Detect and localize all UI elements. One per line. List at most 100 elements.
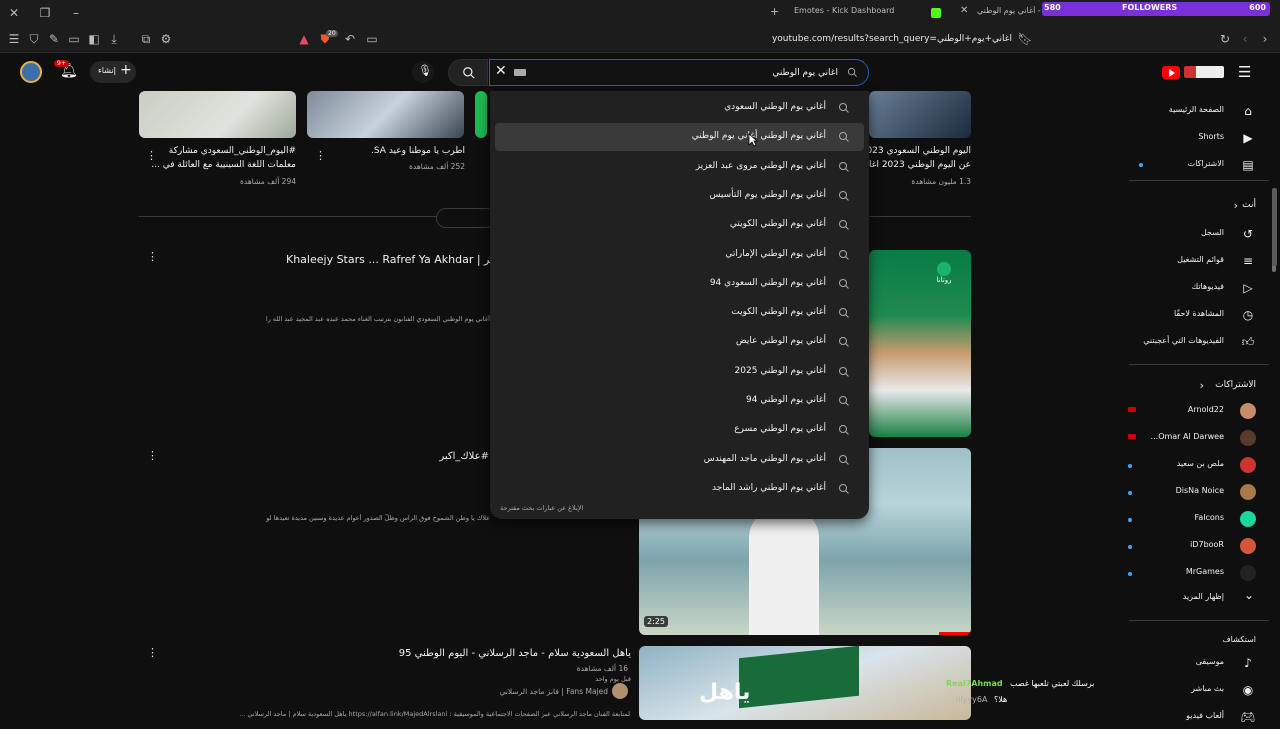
result-3-more-icon[interactable]: ⋮ <box>147 646 158 659</box>
short-2-title[interactable]: اطرب يا موطنا وعيد SA. <box>371 146 465 156</box>
sidebar-item-label: الاشتراكات <box>1187 159 1224 168</box>
search-input[interactable] <box>538 65 838 81</box>
result-1-thumbnail[interactable]: روتانا <box>869 250 971 437</box>
screenshot-icon[interactable]: ⧉ <box>138 32 154 48</box>
suggestion-item[interactable]: أغاني يوم الوطني عايض <box>495 328 864 356</box>
sidebar-item-history-icon[interactable]: السجل ↺ <box>1128 224 1256 246</box>
warning-icon[interactable]: ▲ <box>296 32 312 48</box>
add-tab-button[interactable]: + <box>770 5 779 18</box>
create-button[interactable]: إنشاء + <box>90 61 136 83</box>
sidebar-icon[interactable]: ◧ <box>86 32 102 48</box>
browser-toolbar: ☰ ⛉ ✎ ▭ ◧ ⤓ ⧉ ⚙ ▲ ⛊ 20 ↶ ▭ youtube.com/r… <box>0 28 1280 53</box>
result-2-duration: 2:25 <box>644 616 668 627</box>
voice-search-button[interactable]: 🎙︎ <box>412 61 434 83</box>
suggestion-item[interactable]: أغاني يوم الوطني يوم التأسيس <box>495 182 864 210</box>
sidebar-item-live-icon[interactable]: بث مباشر ◉ <box>1128 680 1256 702</box>
short-thumbnail-2[interactable] <box>307 91 464 138</box>
suggestion-item[interactable]: أغاني يوم الوطني ماجد المهندس <box>495 446 864 474</box>
reload-icon[interactable]: ↻ <box>1217 32 1233 48</box>
result-1-more-icon[interactable]: ⋮ <box>147 250 158 263</box>
cast-icon[interactable]: ▭ <box>364 32 380 48</box>
back-icon[interactable]: ‹ <box>1237 32 1253 48</box>
short-thumbnail-3[interactable] <box>475 91 487 138</box>
search-icon <box>839 278 849 289</box>
youtube-logo[interactable] <box>1162 64 1226 82</box>
clear-search-icon[interactable]: ✕ <box>495 63 507 79</box>
tab-kick-dashboard[interactable]: Emotes - Kick Dashboard <box>794 6 894 15</box>
show-more-pill[interactable] <box>436 208 496 228</box>
pen-icon[interactable]: ✎ <box>46 32 62 48</box>
suggestion-item[interactable]: أغاني يوم الوطني السعودي <box>495 94 864 122</box>
sidebar-item-shorts-icon[interactable]: Shorts ▶ <box>1128 128 1256 150</box>
sidebar-item-channel[interactable]: Arnold22 <box>1128 401 1256 423</box>
search-box[interactable]: ✕ <box>489 59 869 86</box>
sidebar-item-music-icon[interactable]: موسيقى ♪ <box>1128 653 1256 675</box>
sidebar-item-subscriptions-icon[interactable]: الاشتراكات ▤ <box>1128 155 1256 177</box>
menu-icon[interactable]: ☰ <box>6 32 22 48</box>
tabs-icon[interactable]: ▭ <box>66 32 82 48</box>
page-scrollbar[interactable] <box>1272 188 1277 266</box>
sidebar-item-channel[interactable]: iD7booR <box>1128 536 1256 558</box>
short-1-title-line1[interactable]: #اليوم_الوطني_السعودي مشاركة <box>169 146 296 156</box>
suggestion-item[interactable]: أغاني يوم الوطني الكويت <box>495 299 864 327</box>
suggestion-item[interactable]: أغاني يوم الوطني الكويتي <box>495 211 864 239</box>
suggestion-item[interactable]: أغاني يوم الوطني مروى عبد العزيز <box>495 153 864 181</box>
suggestion-item[interactable]: أغاني يوم الوطني 94 <box>495 387 864 415</box>
suggestion-item[interactable]: أغاني يوم الوطني أغاني يوم الوطني <box>495 123 864 152</box>
subs-header-label: الاشتراكات <box>1215 380 1256 390</box>
suggestion-item[interactable]: أغاني يوم الوطني 2025 <box>495 358 864 386</box>
maximize-window-icon[interactable]: ❐ <box>37 6 53 22</box>
suggestion-item[interactable]: أغاني يوم الوطني السعودي 94 <box>495 270 864 298</box>
result-3-thumbnail[interactable]: ياهل <box>639 646 971 720</box>
sidebar-item-channel[interactable]: MrGames <box>1128 563 1256 585</box>
sidebar-item-your-videos-icon[interactable]: فيديوهاتك ▷ <box>1128 278 1256 300</box>
user-avatar[interactable] <box>20 61 42 83</box>
result-2-more-icon[interactable]: ⋮ <box>147 449 158 462</box>
result-3-title[interactable]: ياهل السعودية سلام - ماجد الرسلاني - الي… <box>399 648 631 659</box>
short-2-more-icon[interactable]: ⋮ <box>315 149 326 162</box>
result-2-title[interactable]: #علاك_اكبر <box>439 451 489 462</box>
result-1-title[interactable]: Khaleejy Stars ... Rafref Ya Akhdar | خل… <box>286 253 490 266</box>
show-more-subs[interactable]: إظهار المزيد ⌄ <box>1128 588 1256 608</box>
search-button[interactable] <box>448 59 488 86</box>
keyboard-icon[interactable] <box>514 69 526 76</box>
search-icon <box>839 483 849 494</box>
result-3-channel[interactable]: Fans Majed | فانز ماجد الرسلاني <box>500 687 608 696</box>
channel-avatar <box>1240 484 1256 500</box>
short-thumbnail-4[interactable] <box>869 91 971 138</box>
suggestion-text: أغاني يوم الوطني 2025 <box>734 365 826 376</box>
sidebar-item-watch-later-icon[interactable]: المشاهدة لاحقًا ◷ <box>1128 305 1256 327</box>
short-4-title-line1[interactable]: اليوم الوطني السعودي 2023 <box>861 146 971 156</box>
forward-icon[interactable]: › <box>1257 32 1273 48</box>
sidebar-item-channel[interactable]: Falcons <box>1128 509 1256 531</box>
suggestion-item[interactable]: أغاني يوم الوطني راشد الماجد <box>495 475 864 503</box>
result-1-title-wrap[interactable]: Khaleejy Stars ... Rafref Ya Akhdar | خل… <box>286 253 490 267</box>
sidebar-item-channel[interactable]: ملص بن سعيد <box>1128 455 1256 477</box>
sidebar-item-label: ألعاب فيديو <box>1186 711 1224 720</box>
minimize-window-icon[interactable]: – <box>68 6 84 22</box>
short-1-title-line2[interactable]: معلمات اللغة السينيية مع العائلة في ... <box>151 160 296 170</box>
short-thumbnail-1[interactable] <box>139 91 296 138</box>
report-suggestions-link[interactable]: الإبلاغ عن عبارات بحث مقترحة <box>500 504 583 512</box>
sidebar-item-playlists-icon[interactable]: قوائم التشغيل ≡ <box>1128 251 1256 273</box>
sidebar-item-gaming-icon[interactable]: ألعاب فيديو 🎮︎ <box>1128 707 1256 729</box>
close-window-icon[interactable]: ✕ <box>6 6 22 22</box>
sidebar-item-liked-icon[interactable]: الفيديوهات التي أعجبتني 👍︎ <box>1128 332 1256 354</box>
search-icon <box>839 161 849 172</box>
download-icon[interactable]: ⤓ <box>106 32 122 48</box>
suggestion-item[interactable]: أغاني يوم الوطني الإماراتي <box>495 241 864 269</box>
sidebar-item-home-icon[interactable]: الصفحة الرئيسية ⌂ <box>1128 101 1256 123</box>
suggestion-item[interactable]: أغاني يوم الوطني مسرع <box>495 416 864 444</box>
close-tab-icon[interactable]: ✕ <box>960 5 968 16</box>
shield-icon[interactable]: ⛉ <box>26 32 42 48</box>
result-3-channel-avatar[interactable] <box>612 683 628 699</box>
sidebar-item-channel[interactable]: Omar Al Darwee... <box>1128 428 1256 450</box>
address-url[interactable]: youtube.com/results?search_query=أغاني+ي… <box>700 34 1012 44</box>
short-4-title-line2[interactable]: عن اليوم الوطني 2023 اغاني <box>859 160 971 170</box>
guide-menu-icon[interactable]: ☰ <box>1238 63 1251 81</box>
undo-icon[interactable]: ↶ <box>342 32 358 48</box>
sidebar-item-channel[interactable]: DisNa Noice <box>1128 482 1256 504</box>
extensions-icon[interactable]: ⚙ <box>158 32 174 48</box>
bookmark-icon[interactable]: 🔖︎ <box>1017 32 1033 48</box>
channel-avatar <box>1240 511 1256 527</box>
